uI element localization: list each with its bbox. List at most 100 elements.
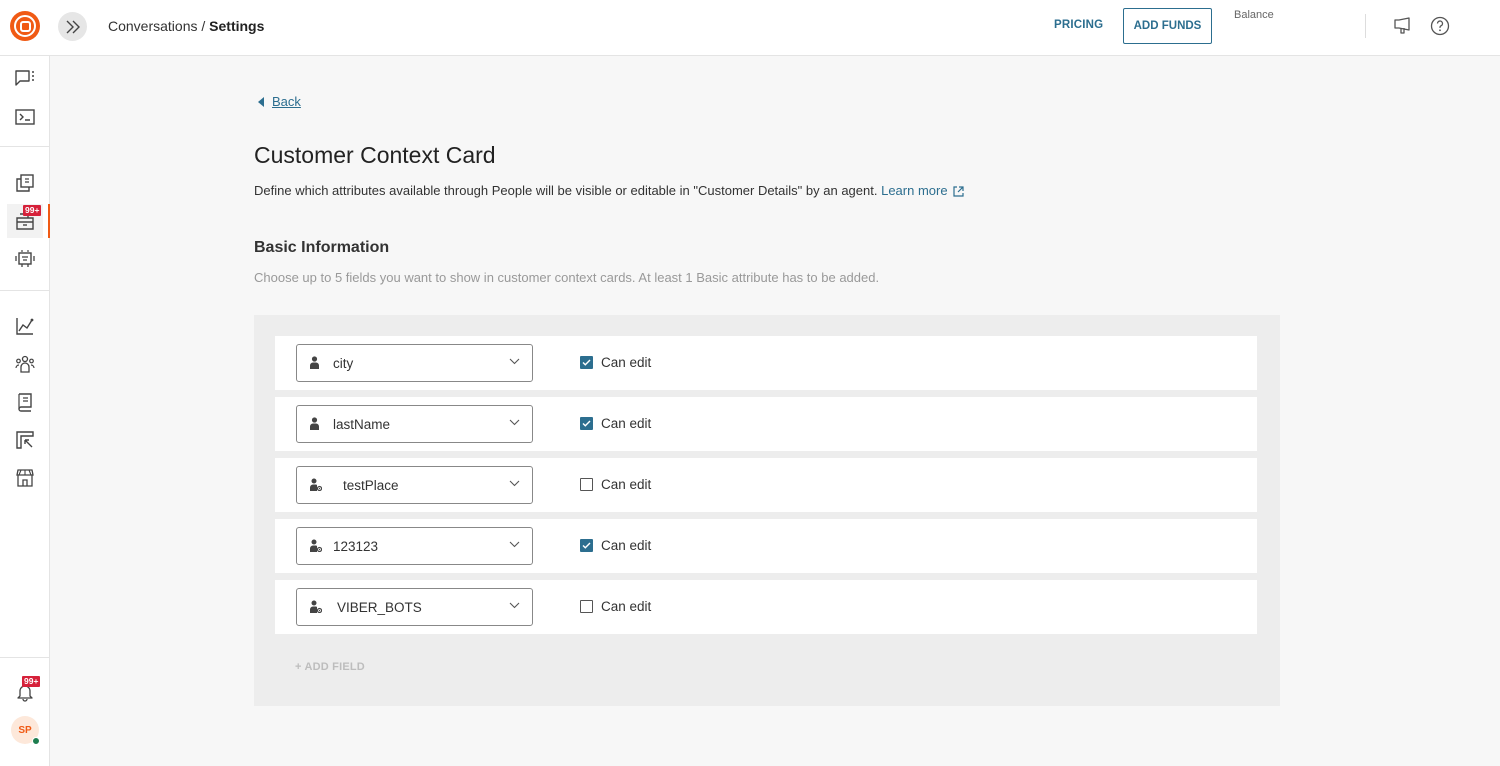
terminal-icon <box>15 109 35 125</box>
person-settings-icon <box>310 478 323 492</box>
field-row: VIBER_BOTS Can edit <box>275 580 1257 634</box>
attribute-select[interactable]: 123123 <box>296 527 533 565</box>
sidebar-item-store[interactable] <box>7 461 43 495</box>
learn-more-link[interactable]: Learn more <box>881 183 964 198</box>
chevron-down-icon <box>509 419 520 426</box>
sidebar-item-analytics[interactable] <box>7 309 43 343</box>
field-row: lastName Can edit <box>275 397 1257 451</box>
expand-sidebar-button[interactable] <box>58 12 87 41</box>
sidebar-item-people[interactable] <box>7 347 43 381</box>
checkbox[interactable] <box>580 417 593 430</box>
check-icon <box>582 420 591 427</box>
can-edit-label: Can edit <box>601 599 652 614</box>
back-label[interactable]: Back <box>272 94 301 109</box>
check-icon <box>582 359 591 366</box>
pricing-link[interactable]: PRICING <box>1054 19 1103 31</box>
person-settings-icon <box>310 600 323 614</box>
top-bar: Conversations / Settings PRICING ADD FUN… <box>0 0 1500 56</box>
megaphone-icon <box>1394 17 1410 34</box>
attribute-value: VIBER_BOTS <box>337 599 422 615</box>
help-icon <box>1430 16 1450 36</box>
learn-more-label[interactable]: Learn more <box>881 183 947 198</box>
sidebar-item-console[interactable] <box>7 100 43 134</box>
attribute-select[interactable]: city <box>296 344 533 382</box>
fields-panel: city Can edit lastName Can edit testPlac… <box>254 315 1280 706</box>
sidebar-divider <box>0 146 50 147</box>
attribute-value: lastName <box>333 416 391 432</box>
can-edit-checkbox[interactable]: Can edit <box>580 538 651 553</box>
breadcrumb-separator: / <box>197 18 210 34</box>
notifications-button[interactable]: 99+ <box>7 675 43 709</box>
can-edit-label: Can edit <box>601 416 652 431</box>
online-status-dot <box>32 737 40 745</box>
can-edit-checkbox[interactable]: Can edit <box>580 355 651 370</box>
cursor-icon <box>16 431 34 449</box>
can-edit-label: Can edit <box>601 538 652 553</box>
notifications-badge: 99+ <box>22 676 41 687</box>
people-icon <box>15 355 35 373</box>
chart-icon <box>16 318 34 335</box>
chevron-down-icon <box>509 480 520 487</box>
attribute-value: testPlace <box>343 477 399 493</box>
sidebar-divider <box>0 657 50 658</box>
person-icon <box>310 417 319 430</box>
checkbox[interactable] <box>580 478 593 491</box>
chevron-down-icon <box>509 541 520 548</box>
breadcrumb-current: Settings <box>209 18 265 34</box>
logo[interactable] <box>10 11 40 41</box>
field-row: city Can edit <box>275 336 1257 390</box>
add-field-button[interactable]: + ADD FIELD <box>295 661 365 673</box>
add-funds-button[interactable]: ADD FUNDS <box>1123 8 1212 44</box>
external-link-icon <box>952 186 964 197</box>
attribute-select[interactable]: testPlace <box>296 466 533 504</box>
attribute-select[interactable]: VIBER_BOTS <box>296 588 533 626</box>
header-divider <box>1365 14 1366 38</box>
attribute-select[interactable]: lastName <box>296 405 533 443</box>
can-edit-checkbox[interactable]: Can edit <box>580 416 651 431</box>
sidebar-item-bots[interactable] <box>7 242 43 276</box>
can-edit-label: Can edit <box>601 477 652 492</box>
can-edit-checkbox[interactable]: Can edit <box>580 599 651 614</box>
custom-attribute-icon <box>310 600 323 618</box>
person-icon <box>310 356 319 369</box>
double-chevron-right-icon <box>66 20 80 33</box>
announcements-button[interactable] <box>1392 15 1414 37</box>
attribute-value: city <box>333 355 354 371</box>
check-icon <box>582 542 591 549</box>
custom-attribute-icon <box>310 539 323 557</box>
sidebar-item-campaigns[interactable] <box>7 423 43 457</box>
page-description: Define which attributes available throug… <box>254 183 964 198</box>
sidebar-item-knowledge[interactable] <box>7 385 43 419</box>
checkbox[interactable] <box>580 356 593 369</box>
caret-left-icon <box>258 96 264 107</box>
person-icon <box>310 356 319 374</box>
breadcrumb-parent[interactable]: Conversations <box>108 18 198 34</box>
back-link[interactable]: Back <box>258 94 301 109</box>
sidebar-item-inbox[interactable]: 99+ <box>7 204 50 238</box>
store-icon <box>16 469 34 487</box>
can-edit-label: Can edit <box>601 355 652 370</box>
attribute-value: 123123 <box>333 538 379 554</box>
sidebar-item-copy[interactable] <box>7 166 43 200</box>
can-edit-checkbox[interactable]: Can edit <box>580 477 651 492</box>
sidebar-divider <box>0 290 50 291</box>
copy-icon <box>16 174 34 192</box>
book-icon <box>18 393 32 412</box>
chat-icon <box>15 70 34 86</box>
balance-label: Balance <box>1234 9 1274 21</box>
sidebar-item-conversations[interactable] <box>7 61 43 95</box>
field-row: testPlace Can edit <box>275 458 1257 512</box>
field-row: 123123 Can edit <box>275 519 1257 573</box>
help-button[interactable] <box>1429 15 1451 37</box>
custom-attribute-icon <box>310 478 323 496</box>
inbox-badge: 99+ <box>23 205 42 216</box>
chevron-down-icon <box>509 358 520 365</box>
checkbox[interactable] <box>580 600 593 613</box>
section-title: Basic Information <box>254 239 390 256</box>
chevron-down-icon <box>509 602 520 609</box>
sidebar: 99+ 99+ SP <box>0 56 50 766</box>
person-settings-icon <box>310 539 323 553</box>
person-icon <box>310 417 319 435</box>
section-subtitle: Choose up to 5 fields you want to show i… <box>254 270 880 285</box>
checkbox[interactable] <box>580 539 593 552</box>
